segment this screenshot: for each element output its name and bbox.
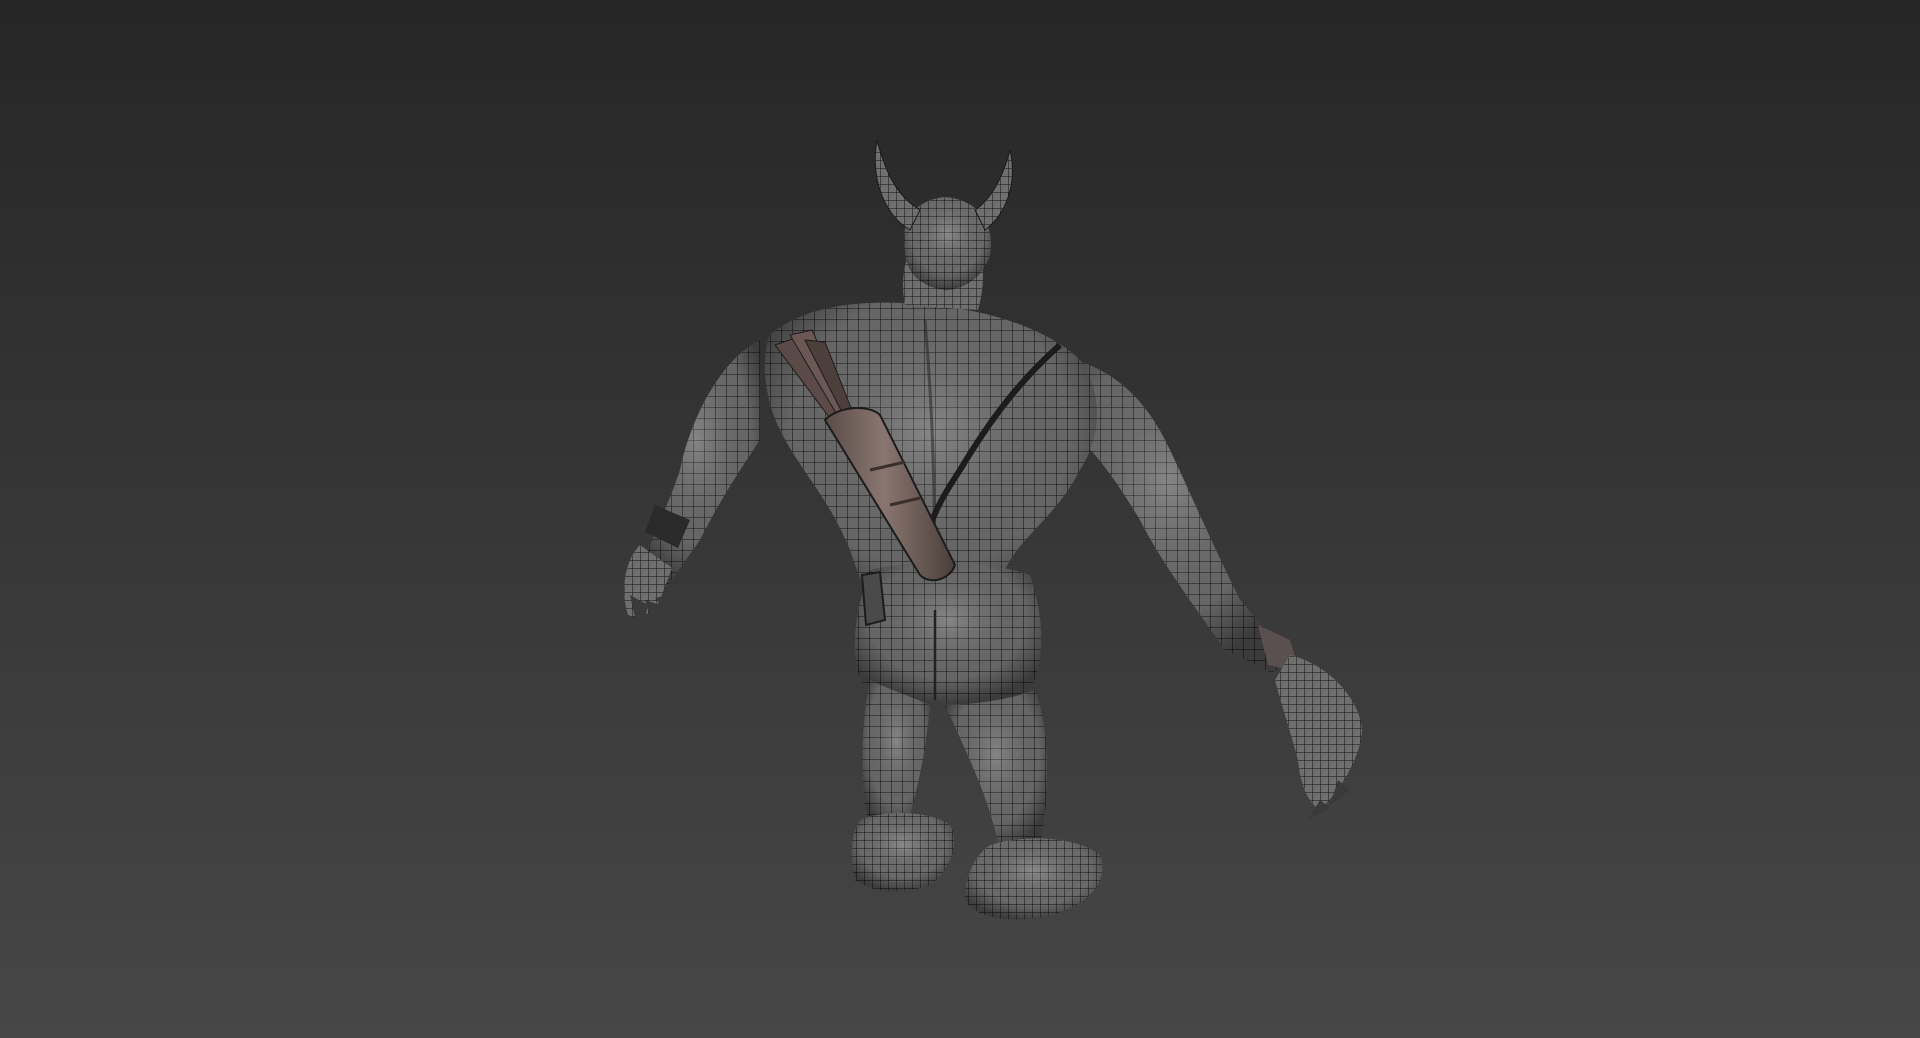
character-model[interactable]	[0, 0, 1920, 1038]
right-arm	[1050, 355, 1362, 820]
left-claws	[630, 595, 680, 665]
right-horn	[974, 149, 1013, 231]
left-arm	[624, 340, 760, 665]
left-leg	[862, 680, 930, 832]
belt-pouch	[860, 570, 887, 627]
hips	[854, 563, 1042, 705]
left-horn	[874, 139, 921, 231]
right-leg	[945, 690, 1047, 852]
right-foot	[965, 838, 1103, 920]
left-foot	[851, 813, 954, 892]
3d-viewport[interactable]	[0, 0, 1920, 1038]
